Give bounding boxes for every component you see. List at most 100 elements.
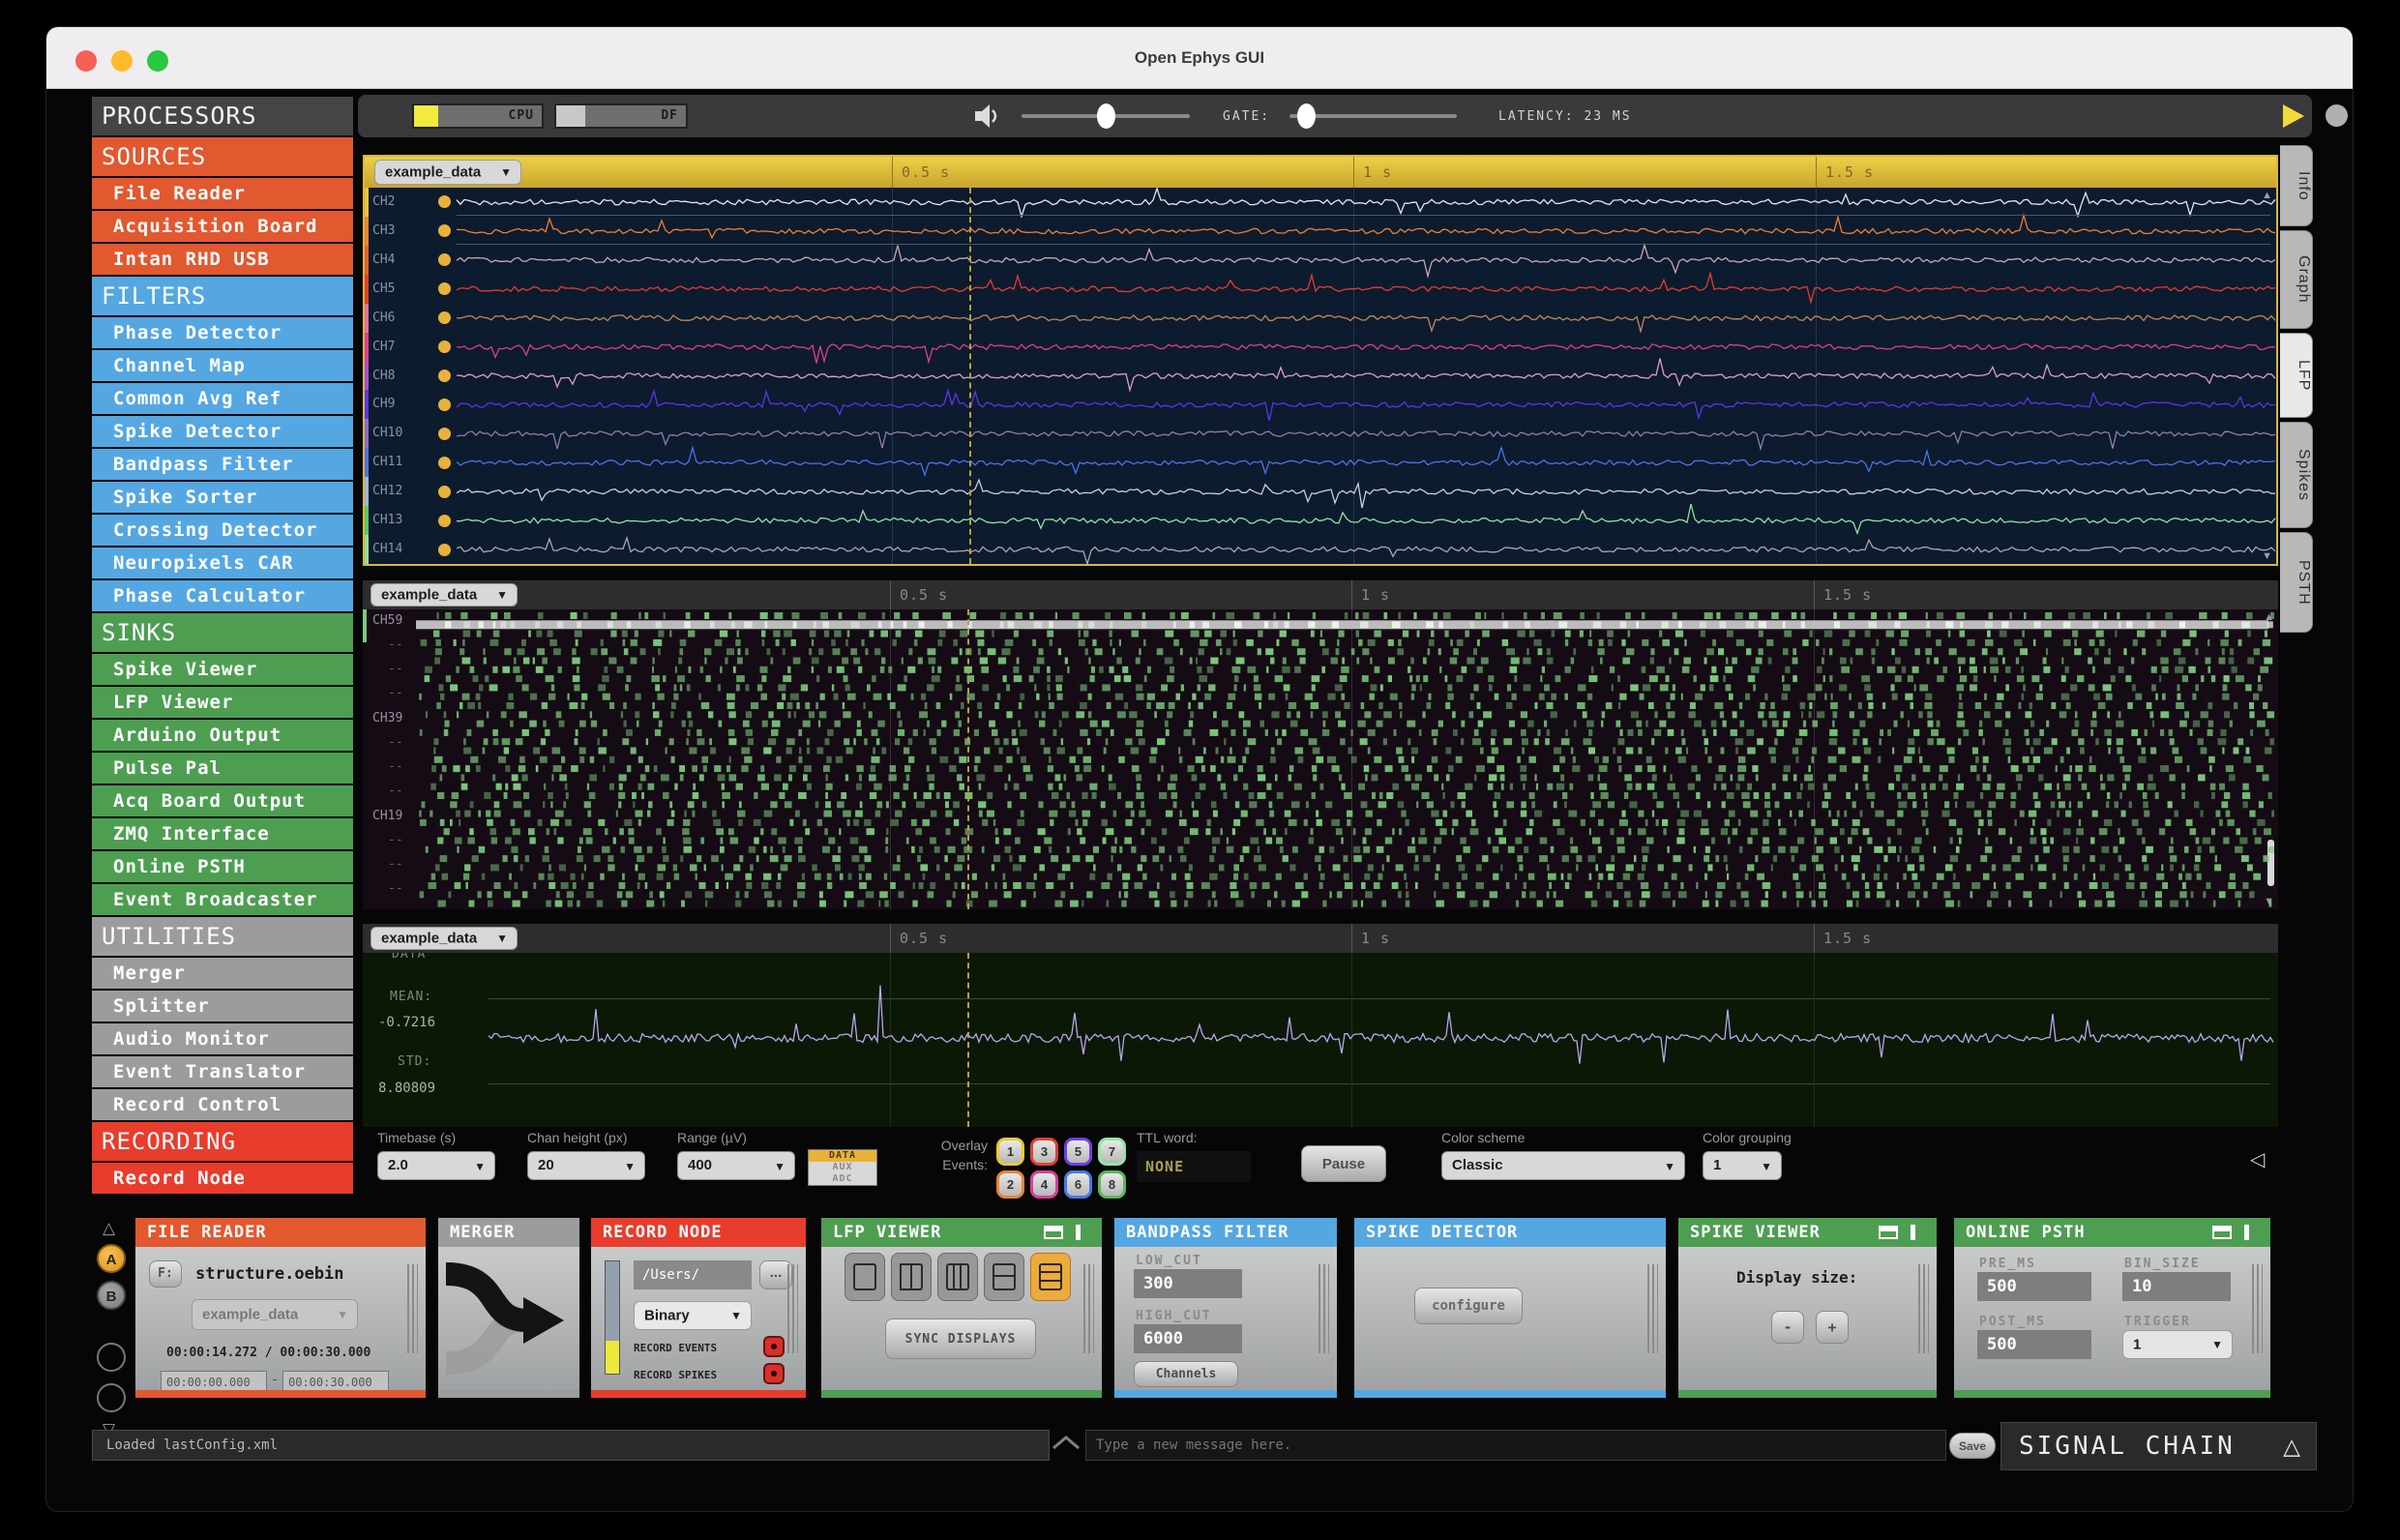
pause-button[interactable]: Pause [1301, 1145, 1386, 1182]
sidebar-item-spike-detector[interactable]: Spike Detector [92, 416, 353, 447]
raster-stream-selector[interactable]: example_data ▼ [370, 583, 518, 607]
drag-handle[interactable] [1918, 1264, 1929, 1353]
record-events-toggle[interactable] [763, 1336, 785, 1357]
overlay-event-button-4[interactable]: 4 [1030, 1170, 1058, 1199]
layout-2col-button[interactable] [891, 1253, 932, 1301]
open-tab-icon[interactable] [1076, 1225, 1081, 1240]
sidebar-item-file-reader[interactable]: File Reader [92, 178, 353, 209]
module-online-psth[interactable]: ONLINE PSTH PRE_MS 500 BIN_SIZE 10 POST_… [1954, 1218, 2270, 1398]
save-button[interactable]: Save [1949, 1433, 1996, 1459]
volume-slider[interactable] [1022, 104, 1190, 129]
sidebar-item-acq-board-output[interactable]: Acq Board Output [92, 785, 353, 816]
record-button[interactable] [2326, 104, 2348, 127]
channel-event-dot[interactable] [438, 427, 451, 440]
tab-psth[interactable]: PSTH [2280, 532, 2313, 633]
drag-handle[interactable] [1083, 1264, 1094, 1353]
sidebar-item-pulse-pal[interactable]: Pulse Pal [92, 753, 353, 784]
module-spike-detector[interactable]: SPIKE DETECTOR configure [1354, 1218, 1666, 1398]
channel-event-dot[interactable] [438, 485, 451, 498]
sync-displays-button[interactable]: SYNC DISPLAYS [885, 1318, 1036, 1359]
data-trace-panel[interactable]: example_data ▼ 0.5 s 1 s 1.5 s DATA MEAN: … [363, 924, 2278, 1127]
sidebar-item-record-node[interactable]: Record Node [92, 1163, 353, 1194]
open-window-icon[interactable] [1044, 1226, 1063, 1239]
drag-handle[interactable] [1647, 1264, 1658, 1353]
channel-type-adc[interactable]: ADC [809, 1173, 876, 1185]
file-picker-button[interactable]: F: [149, 1260, 182, 1288]
sidebar-item-audio-monitor[interactable]: Audio Monitor [92, 1023, 353, 1054]
lfp-display-panel[interactable]: example_data ▼ 0.5 s1 s 1.5 s ▲ ▼ CH2 CH3 C… [363, 155, 2278, 566]
low-cut-field[interactable]: 300 [1134, 1269, 1242, 1298]
sidebar-item-channel-map[interactable]: Channel Map [92, 350, 353, 381]
volume-slider-thumb[interactable] [1097, 104, 1115, 129]
color-grouping-select[interactable]: 1 ▼ [1703, 1151, 1782, 1180]
dataset-select[interactable]: example_data ▼ [192, 1299, 358, 1330]
overlay-event-button-3[interactable]: 3 [1030, 1138, 1058, 1166]
pre-ms-field[interactable]: 500 [1977, 1272, 2091, 1301]
chevron-up-icon[interactable] [1052, 1436, 1080, 1449]
record-spikes-toggle[interactable] [763, 1363, 785, 1384]
sidebar-item-spike-sorter[interactable]: Spike Sorter [92, 482, 353, 513]
sidebar-item-event-broadcaster[interactable]: Event Broadcaster [92, 884, 353, 915]
signal-chain-b-button[interactable]: B [97, 1281, 126, 1310]
sidebar-item-record-control[interactable]: Record Control [92, 1089, 353, 1120]
sidebar-item-zmq-interface[interactable]: ZMQ Interface [92, 818, 353, 849]
signal-chain-a-button[interactable]: A [97, 1244, 126, 1273]
channel-type-aux[interactable]: AUX [809, 1162, 876, 1173]
record-format-select[interactable]: Binary ▼ [634, 1301, 752, 1330]
channel-event-dot[interactable] [438, 543, 451, 556]
open-window-icon[interactable] [2212, 1226, 2232, 1239]
sidebar-item-acquisition-board[interactable]: Acquisition Board [92, 211, 353, 242]
sidebar-item-lfp-viewer[interactable]: LFP Viewer [92, 687, 353, 718]
drag-handle[interactable] [1319, 1264, 1329, 1353]
message-input[interactable] [1085, 1430, 1946, 1461]
sidebar-item-phase-detector[interactable]: Phase Detector [92, 317, 353, 348]
drag-handle[interactable] [787, 1264, 798, 1353]
play-button[interactable] [2283, 104, 2304, 128]
raster-area[interactable]: ▲ ▼ CH59------CH39------CH19------ [363, 609, 2278, 909]
overlay-event-button-6[interactable]: 6 [1064, 1170, 1092, 1199]
range-select[interactable]: 400 ▼ [677, 1151, 795, 1180]
bin-size-field[interactable]: 10 [2122, 1272, 2231, 1301]
overlay-event-button-5[interactable]: 5 [1064, 1138, 1092, 1166]
sidebar-item-splitter[interactable]: Splitter [92, 991, 353, 1022]
lfp-stream-selector[interactable]: example_data ▼ [374, 160, 521, 185]
layout-3col-button[interactable] [937, 1253, 978, 1301]
signal-chain-slot[interactable] [97, 1343, 126, 1372]
chan-height-select[interactable]: 20 ▼ [527, 1151, 645, 1180]
sidebar-item-bandpass-filter[interactable]: Bandpass Filter [92, 449, 353, 480]
sidebar-item-merger[interactable]: Merger [92, 958, 353, 989]
spike-raster-panel[interactable]: example_data ▼ 0.5 s 1 s 1.5 s ▲ ▼ CH59---… [363, 580, 2278, 909]
trigger-select[interactable]: 1 ▼ [2122, 1330, 2233, 1359]
display-size-minus-button[interactable]: - [1771, 1311, 1804, 1344]
high-cut-field[interactable]: 6000 [1134, 1324, 1242, 1353]
signal-chain-bar[interactable]: SIGNAL CHAIN △ [2000, 1422, 2317, 1470]
sidebar-item-event-translator[interactable]: Event Translator [92, 1056, 353, 1087]
module-record-node[interactable]: RECORD NODE /Users/ ... Binary ▼ RECORD … [591, 1218, 806, 1398]
lfp-traces-area[interactable]: ▲ ▼ CH2 CH3 CH4 CH5 CH6 CH7 CH8 CH9 CH10 CH11 CH12… [365, 188, 2276, 564]
channel-event-dot[interactable] [438, 370, 451, 382]
overlay-event-button-8[interactable]: 8 [1098, 1170, 1126, 1199]
sidebar-item-crossing-detector[interactable]: Crossing Detector [92, 515, 353, 546]
open-tab-icon[interactable] [2244, 1225, 2249, 1240]
gate-slider-thumb[interactable] [1297, 104, 1316, 129]
channels-button[interactable]: Channels [1134, 1361, 1238, 1387]
overlay-event-button-2[interactable]: 2 [996, 1170, 1024, 1199]
controls-collapse-icon[interactable]: ◁ [2250, 1147, 2265, 1171]
sidebar-item-common-avg-ref[interactable]: Common Avg Ref [92, 383, 353, 414]
display-size-plus-button[interactable]: + [1816, 1311, 1849, 1344]
layout-2row-button[interactable] [984, 1253, 1024, 1301]
post-ms-field[interactable]: 500 [1977, 1330, 2091, 1359]
data-trace-area[interactable]: DATA MEAN: -0.7216 STD: 8.80809 [363, 953, 2278, 1127]
sidebar-item-intan-rhd-usb[interactable]: Intan RHD USB [92, 244, 353, 275]
channel-event-dot[interactable] [438, 456, 451, 469]
sidebar-item-arduino-output[interactable]: Arduino Output [92, 720, 353, 751]
tab-spikes[interactable]: Spikes [2280, 422, 2313, 528]
data-stream-selector[interactable]: example_data ▼ [370, 927, 518, 950]
speaker-icon[interactable] [975, 104, 1000, 128]
sidebar-item-spike-viewer[interactable]: Spike Viewer [92, 654, 353, 685]
tab-graph[interactable]: Graph [2280, 230, 2313, 329]
drag-handle[interactable] [2252, 1264, 2263, 1353]
module-spike-viewer[interactable]: SPIKE VIEWER Display size: - + [1678, 1218, 1937, 1398]
open-window-icon[interactable] [1879, 1226, 1898, 1239]
channel-event-dot[interactable] [438, 341, 451, 354]
